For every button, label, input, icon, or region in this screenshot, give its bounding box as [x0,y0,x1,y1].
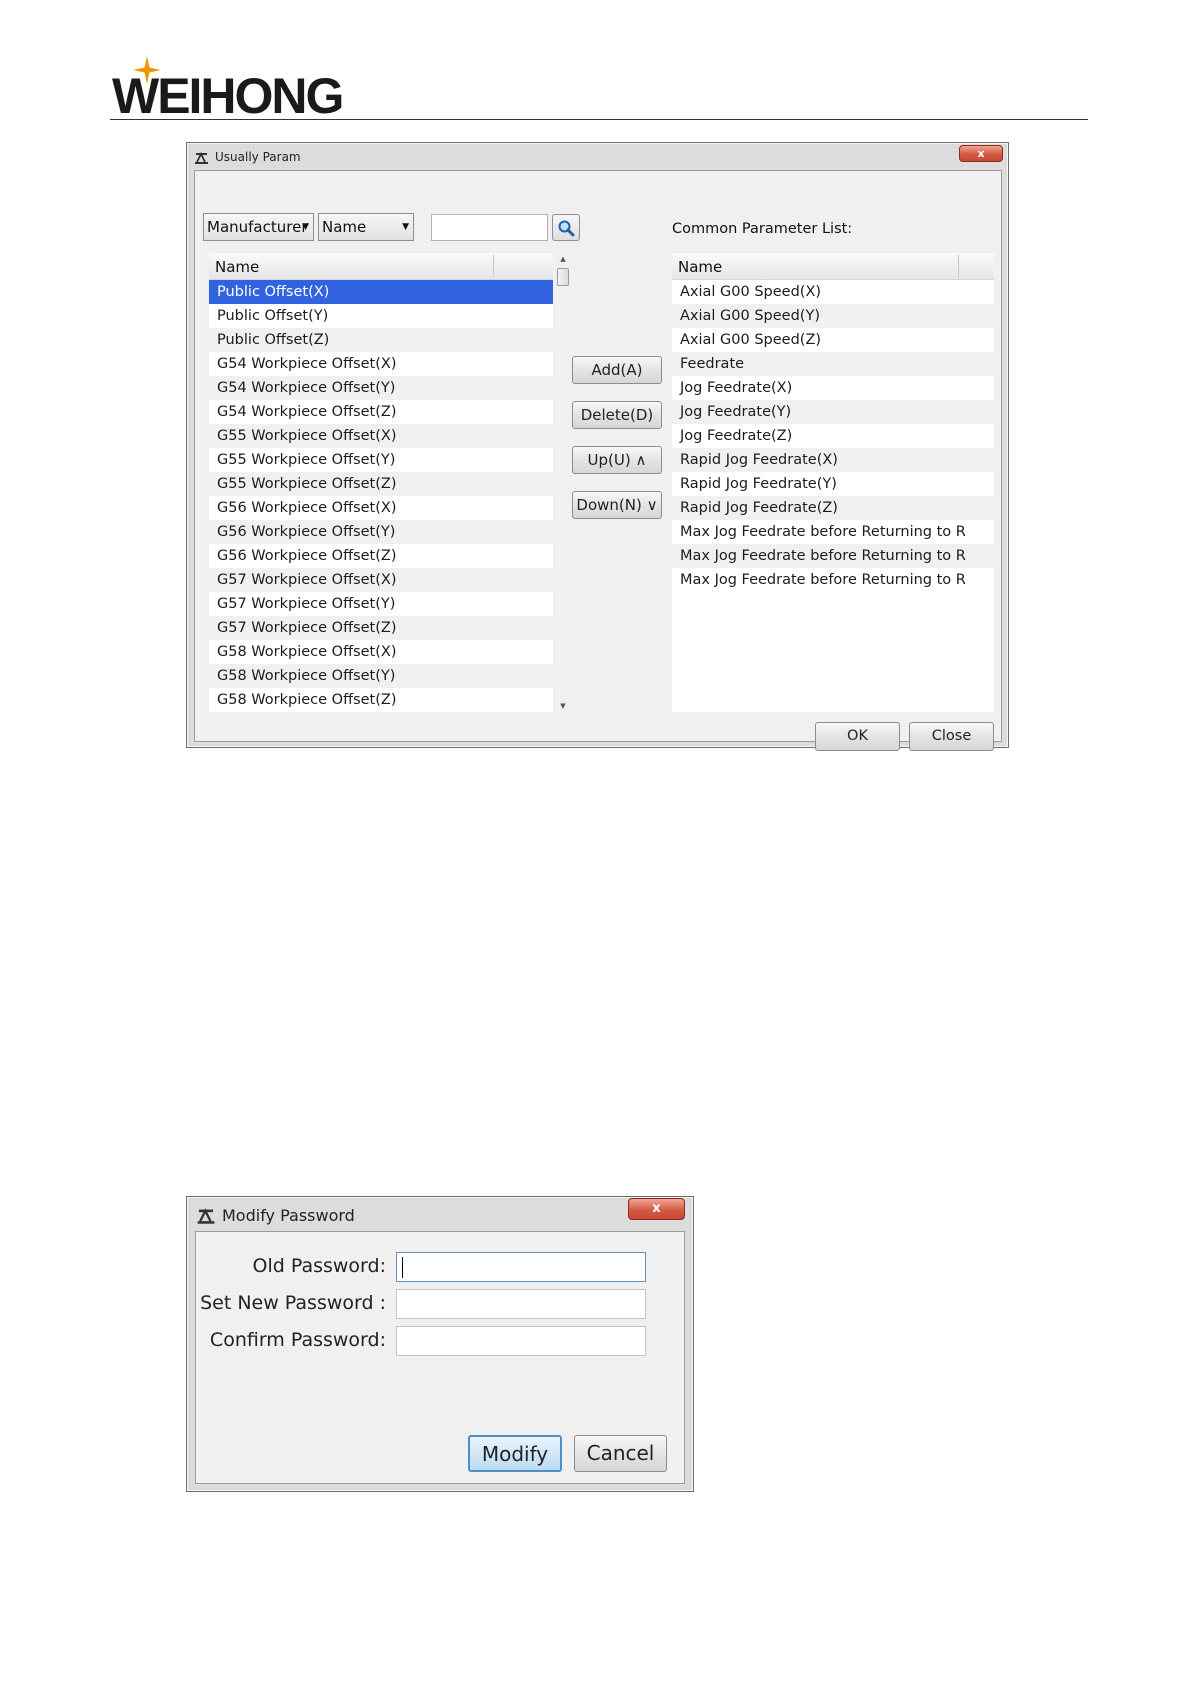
common-parameter-list-label: Common Parameter List: [672,221,853,237]
close-button[interactable]: Close [909,722,994,751]
parameter-row[interactable]: Public Offset(Z) [209,328,553,352]
delete-button[interactable]: Delete(D) [572,401,662,429]
title-bar[interactable]: Usually Param [187,143,1008,171]
common-parameter-row[interactable]: Feedrate [672,352,994,376]
parameter-row[interactable]: G56 Workpiece Offset(X) [209,496,553,520]
parameter-row[interactable]: Public Offset(Y) [209,304,553,328]
close-icon: x [977,146,985,160]
app-icon [195,151,208,164]
column-divider[interactable] [958,255,959,277]
parameter-row[interactable]: G57 Workpiece Offset(Z) [209,616,553,640]
common-parameter-row[interactable]: Jog Feedrate(Y) [672,400,994,424]
parameter-row[interactable]: G57 Workpiece Offset(Y) [209,592,553,616]
cancel-button[interactable]: Cancel [574,1435,667,1472]
common-parameter-row[interactable]: Max Jog Feedrate before Returning to R [672,544,994,568]
parameter-row[interactable]: G54 Workpiece Offset(Z) [209,400,553,424]
text-caret [402,1257,403,1278]
scroll-up-icon[interactable]: ▲ [555,253,571,265]
usually-param-window: Usually Param x Manufacturer ▼ Name ▼ Na… [186,142,1009,751]
common-parameter-row[interactable]: Rapid Jog Feedrate(X) [672,448,994,472]
manufacturer-filter-value: Manufacturer [207,218,308,236]
parameter-row[interactable]: G57 Workpiece Offset(X) [209,568,553,592]
parameter-row[interactable]: G56 Workpiece Offset(Y) [209,520,553,544]
add-button[interactable]: Add(A) [572,356,662,384]
parameter-list: Name Public Offset(X) Public Offset(Y) P… [209,253,553,712]
scroll-down-icon[interactable]: ▼ [555,700,571,712]
move-up-button[interactable]: Up(U) ∧ [572,446,662,474]
column-header-name: Name [215,258,260,276]
close-icon: x [652,1201,661,1217]
name-filter-value: Name [322,218,367,236]
window-close-button[interactable]: x [959,145,1003,162]
new-password-label: Set New Password : [200,1292,386,1314]
common-list-header[interactable]: Name [672,253,994,280]
column-header-name: Name [678,258,723,276]
common-parameter-list: Name Axial G00 Speed(X) Axial G00 Speed(… [672,253,994,712]
app-icon [197,1208,215,1224]
common-parameter-row[interactable]: Rapid Jog Feedrate(Y) [672,472,994,496]
common-parameter-row[interactable]: Axial G00 Speed(X) [672,280,994,304]
common-parameter-row[interactable]: Max Jog Feedrate before Returning to R [672,568,994,592]
common-parameter-row[interactable]: Jog Feedrate(Z) [672,424,994,448]
manufacturer-filter-select[interactable]: Manufacturer ▼ [203,213,314,241]
confirm-password-field[interactable] [396,1326,646,1356]
confirm-password-label: Confirm Password: [209,1329,386,1351]
dropdown-arrow-icon: ▼ [302,222,309,232]
common-parameter-row[interactable]: Max Jog Feedrate before Returning to R [672,520,994,544]
parameter-row[interactable]: Public Offset(X) [209,280,553,304]
dropdown-arrow-icon: ▼ [402,222,409,232]
window-title: Modify Password [222,1206,355,1225]
modify-button[interactable]: Modify [468,1435,562,1472]
search-icon [558,220,575,237]
parameter-row[interactable]: G58 Workpiece Offset(Z) [209,688,553,712]
parameter-row[interactable]: G58 Workpiece Offset(Y) [209,664,553,688]
scrollbar-thumb[interactable] [557,268,569,286]
parameter-row[interactable]: G55 Workpiece Offset(X) [209,424,553,448]
move-down-button[interactable]: Down(N) ∨ [572,491,662,519]
parameter-row[interactable]: G54 Workpiece Offset(Y) [209,376,553,400]
header-divider [110,119,1088,120]
parameter-row[interactable]: G56 Workpiece Offset(Z) [209,544,553,568]
common-parameter-row[interactable]: Axial G00 Speed(Z) [672,328,994,352]
new-password-field[interactable] [396,1289,646,1319]
common-parameter-row[interactable]: Axial G00 Speed(Y) [672,304,994,328]
window-title: Usually Param [215,150,301,164]
name-filter-select[interactable]: Name ▼ [318,213,414,241]
weihong-logo: WEIHONG [112,56,372,124]
parameter-row[interactable]: G55 Workpiece Offset(Y) [209,448,553,472]
common-parameter-row[interactable]: Jog Feedrate(X) [672,376,994,400]
old-password-field[interactable] [396,1252,646,1282]
parameter-row[interactable]: G58 Workpiece Offset(X) [209,640,553,664]
column-divider[interactable] [493,255,494,277]
old-password-label: Old Password: [252,1255,386,1277]
logo-text: WEIHONG [112,68,344,124]
parameter-row[interactable]: G55 Workpiece Offset(Z) [209,472,553,496]
search-input[interactable] [431,214,548,241]
modify-password-window: Modify Password x Old Password: Set New … [186,1196,694,1492]
window-close-button[interactable]: x [628,1198,685,1220]
parameter-list-scrollbar[interactable]: ▲ ▼ [555,253,571,712]
dialog-client-area: Old Password: Set New Password : Confirm… [195,1231,685,1484]
title-bar[interactable]: Modify Password [187,1197,693,1231]
parameter-list-header[interactable]: Name [209,253,553,280]
ok-button[interactable]: OK [815,722,900,751]
parameter-row[interactable]: G54 Workpiece Offset(X) [209,352,553,376]
common-parameter-row[interactable]: Rapid Jog Feedrate(Z) [672,496,994,520]
dialog-client-area: Manufacturer ▼ Name ▼ Name Public Offset… [194,170,1002,751]
search-button[interactable] [552,214,580,241]
